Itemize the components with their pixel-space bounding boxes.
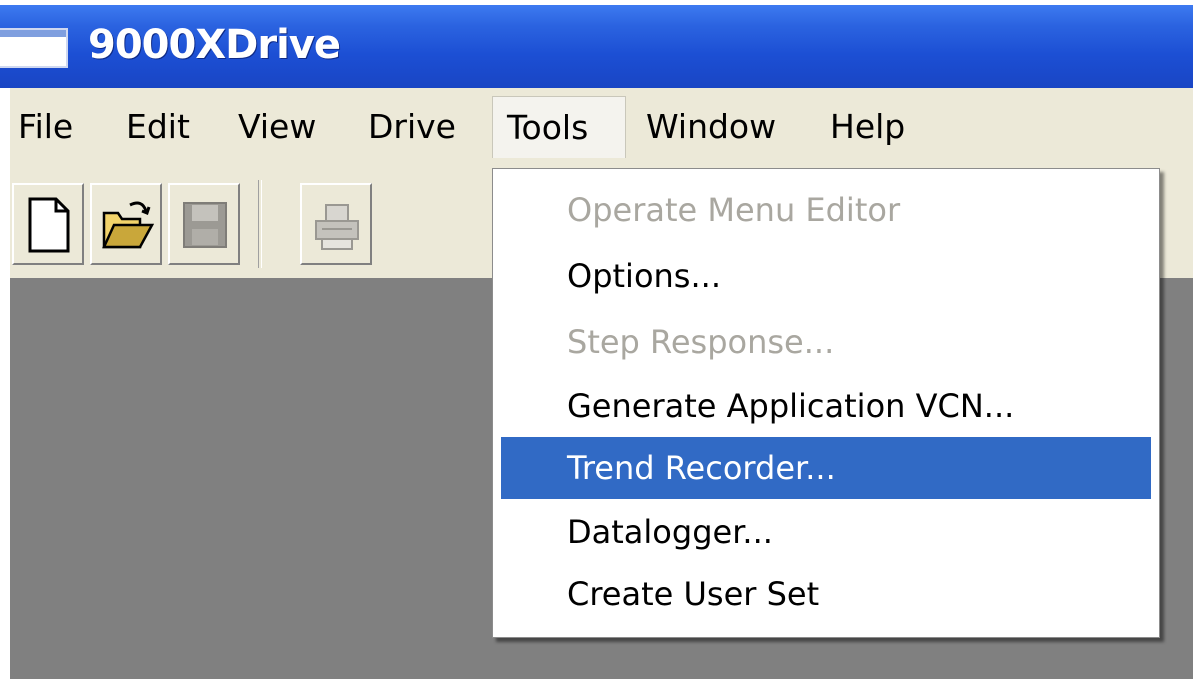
menu-item-options[interactable]: Options...	[501, 245, 1151, 307]
new-button[interactable]	[12, 183, 84, 265]
new-document-icon	[28, 197, 70, 253]
menu-help[interactable]: Help	[826, 96, 909, 158]
print-icon	[315, 204, 359, 250]
menu-item-datalogger[interactable]: Datalogger...	[501, 501, 1151, 563]
menu-edit[interactable]: Edit	[122, 96, 194, 158]
menu-bar: File Edit View Drive Tools Window Help	[10, 88, 1193, 168]
menu-tools[interactable]: Tools	[492, 96, 626, 158]
menu-item-step-response[interactable]: Step Response...	[501, 311, 1151, 373]
open-button[interactable]	[90, 183, 162, 265]
print-button[interactable]	[300, 183, 372, 265]
toolbar-separator	[258, 180, 262, 268]
menu-drive[interactable]: Drive	[364, 96, 460, 158]
save-button[interactable]	[168, 183, 240, 265]
menu-view[interactable]: View	[234, 96, 320, 158]
open-folder-icon	[102, 201, 154, 249]
menu-window[interactable]: Window	[642, 96, 780, 158]
tools-menu: Operate Menu Editor Options... Step Resp…	[492, 168, 1160, 638]
title-bar[interactable]: 9000XDrive	[0, 5, 1193, 88]
menu-item-create-user-set[interactable]: Create User Set	[501, 563, 1151, 625]
save-disk-icon	[183, 202, 227, 248]
menu-item-trend-recorder[interactable]: Trend Recorder...	[501, 437, 1151, 499]
left-edge	[0, 0, 10, 679]
menu-item-generate-application-vcn[interactable]: Generate Application VCN...	[501, 375, 1151, 437]
menu-item-operate-menu-editor[interactable]: Operate Menu Editor	[501, 179, 1151, 241]
window-icon[interactable]	[0, 28, 68, 68]
menu-file[interactable]: File	[14, 96, 77, 158]
window-title: 9000XDrive	[88, 22, 341, 68]
